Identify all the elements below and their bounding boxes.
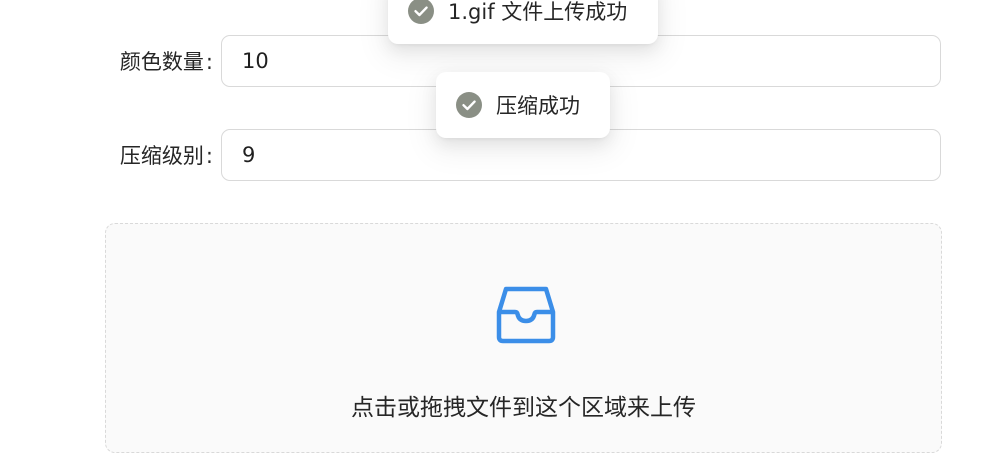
color-count-label: 颜色数量: — [0, 35, 213, 89]
compression-level-label-colon: : — [205, 144, 213, 168]
check-circle-icon — [456, 92, 482, 118]
toast-compress-success: 压缩成功 — [436, 72, 610, 138]
check-circle-icon — [408, 0, 434, 24]
upload-hint-text: 点击或拖拽文件到这个区域来上传 — [351, 395, 696, 421]
toast-compress-text: 压缩成功 — [496, 94, 580, 118]
toast-upload-success: 1.gif 文件上传成功 — [388, 0, 658, 44]
color-count-label-text: 颜色数量 — [119, 50, 204, 74]
inbox-icon — [496, 286, 556, 344]
color-count-label-colon: : — [205, 50, 213, 74]
upload-dragger[interactable]: 点击或拖拽文件到这个区域来上传 — [105, 223, 942, 453]
compression-level-label: 压缩级别: — [0, 129, 213, 183]
toast-upload-text: 1.gif 文件上传成功 — [448, 0, 628, 24]
compression-level-label-text: 压缩级别 — [119, 144, 204, 168]
